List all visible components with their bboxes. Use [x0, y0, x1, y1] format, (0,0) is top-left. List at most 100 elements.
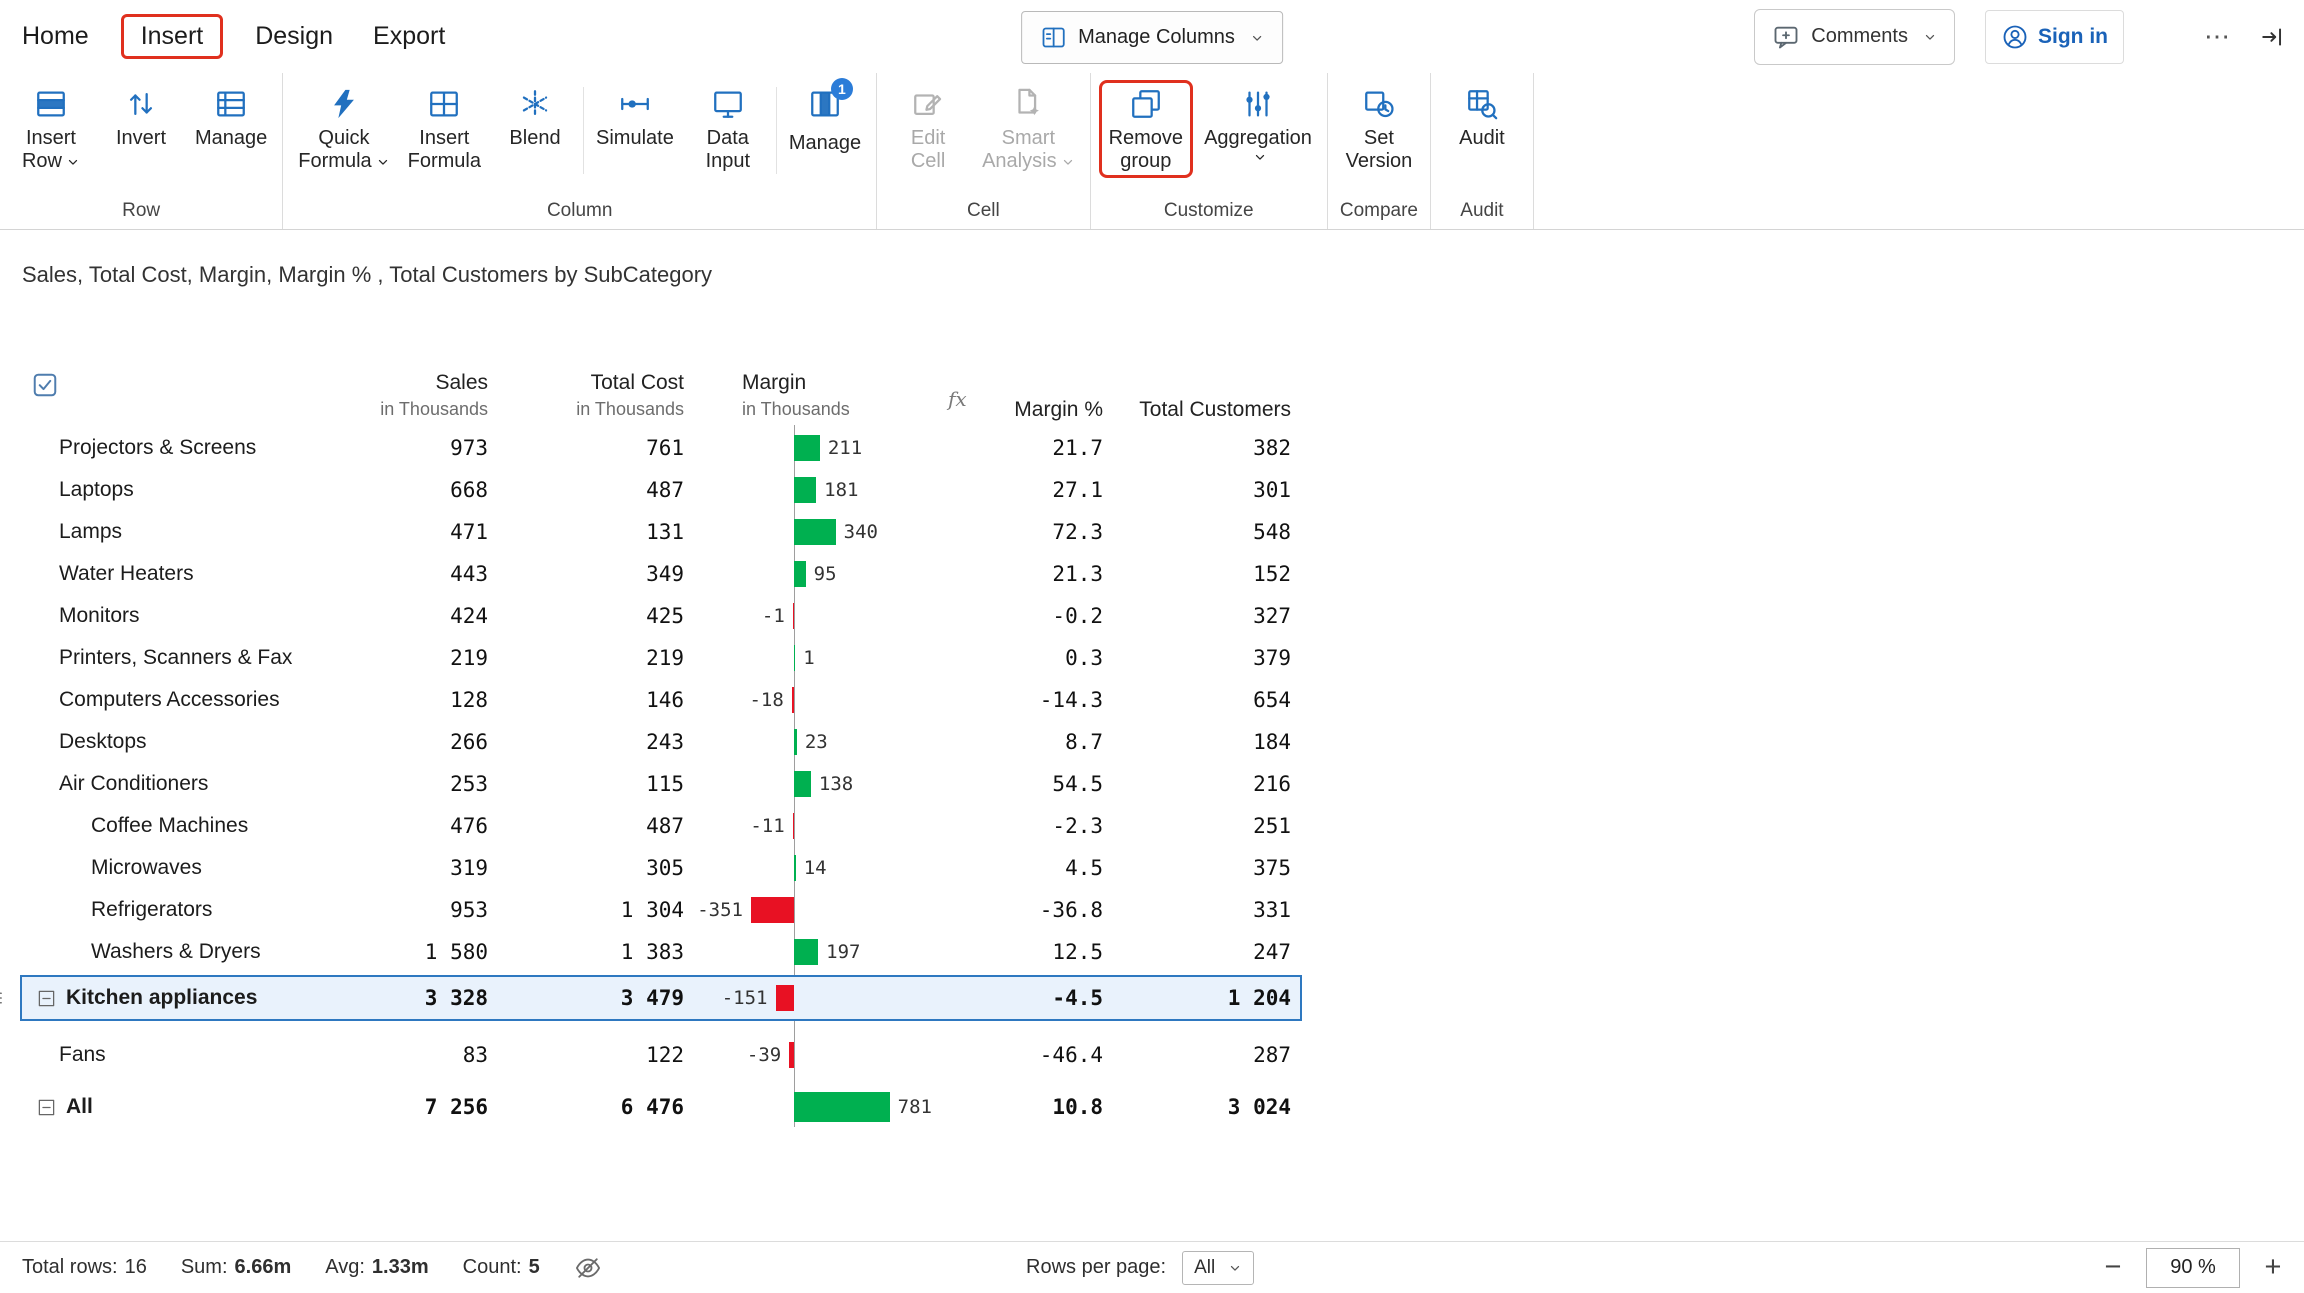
simulate-button[interactable]: Simulate [587, 79, 683, 154]
cell-total-customers[interactable]: 548 [22, 511, 1291, 553]
smart-analysis-button[interactable]: SmartAnalysis [973, 79, 1083, 177]
margin-bar[interactable] [794, 645, 795, 671]
overflow-menu-button[interactable]: ⋯ [2204, 21, 2230, 52]
cell-total-customers[interactable]: 3 024 [22, 1086, 1291, 1128]
margin-bar[interactable] [776, 985, 794, 1011]
insert-row-button[interactable]: InsertRow [6, 79, 96, 177]
margin-bar[interactable] [794, 435, 820, 461]
blend-button[interactable]: Blend [490, 79, 580, 154]
cell-total-customers[interactable]: 375 [22, 847, 1291, 889]
zoom-level[interactable]: 90 % [2146, 1248, 2240, 1288]
table-row[interactable]: Monitors424425-0.2327-1 [22, 595, 1304, 637]
data-input-button[interactable]: DataInput [683, 79, 773, 177]
aggregation-button[interactable]: Aggregation [1195, 79, 1321, 168]
manage-columns-button[interactable]: Manage Columns [1021, 11, 1283, 64]
cell-total-customers[interactable]: 331 [22, 889, 1291, 931]
table-row[interactable]: Air Conditioners25311554.5216138 [22, 763, 1304, 805]
group-divider [583, 87, 584, 174]
ribbon-group-label: Row [6, 198, 276, 227]
margin-bar[interactable] [794, 519, 836, 545]
cell-total-customers[interactable]: 216 [22, 763, 1291, 805]
margin-bar[interactable] [793, 813, 794, 839]
margin-bar[interactable] [794, 771, 811, 797]
set-version-button[interactable]: SetVersion [1334, 79, 1424, 177]
table-row[interactable]: Refrigerators9531 304-36.8331-351 [22, 889, 1304, 931]
margin-bar[interactable] [794, 855, 796, 881]
cell-total-customers[interactable]: 1 204 [22, 977, 1291, 1019]
margin-bar[interactable] [794, 729, 797, 755]
table-row[interactable]: Washers & Dryers1 5801 38312.5247197 [22, 931, 1304, 973]
margin-bar-value: 181 [824, 479, 858, 501]
table-row[interactable]: Microwaves3193054.537514 [22, 847, 1304, 889]
group-divider [776, 87, 777, 174]
table-row[interactable]: Water Heaters44334921.315295 [22, 553, 1304, 595]
table-row[interactable]: Coffee Machines476487-2.3251-11 [22, 805, 1304, 847]
margin-bar[interactable] [751, 897, 794, 923]
cell-total-customers[interactable]: 654 [22, 679, 1291, 721]
margin-bar[interactable] [792, 687, 794, 713]
ribbon-group-audit: AuditAudit [1431, 73, 1534, 229]
cell-total-customers[interactable]: 184 [22, 721, 1291, 763]
table-row[interactable]: Lamps47113172.3548340 [22, 511, 1304, 553]
table-row[interactable]: Computers Accessories128146-14.3654-18 [22, 679, 1304, 721]
margin-bar[interactable] [794, 561, 806, 587]
cell-total-customers[interactable]: 247 [22, 931, 1291, 973]
table-row[interactable]: Laptops66848727.1301181 [22, 469, 1304, 511]
margin-bar[interactable] [794, 1092, 890, 1122]
tab-export[interactable]: Export [373, 22, 445, 51]
zoom-in-button[interactable]: + [2258, 1253, 2288, 1282]
cell-total-customers[interactable]: 327 [22, 595, 1291, 637]
table-row[interactable]: Printers, Scanners & Fax2192190.33791 [22, 637, 1304, 679]
tab-home[interactable]: Home [22, 22, 89, 51]
sign-in-button[interactable]: Sign in [1985, 10, 2124, 64]
invert-button[interactable]: Invert [96, 79, 186, 154]
margin-bar-value: 95 [814, 563, 837, 585]
comments-label: Comments [1811, 25, 1908, 48]
manage-columns-button[interactable]: 1Manage [780, 79, 870, 159]
table-row-selected[interactable]: Kitchen appliances3 3283 479-4.51 204-15… [20, 975, 1302, 1021]
rows-per-page-select[interactable]: All [1182, 1251, 1254, 1285]
margin-bar[interactable] [793, 603, 794, 629]
stat-total-rows: Total rows:16 [22, 1256, 147, 1279]
drag-handle-icon[interactable] [0, 987, 5, 1010]
column-header-total-customers[interactable]: Total Customers [22, 398, 1291, 422]
margin-bar-value: 197 [826, 941, 860, 963]
margin-bar[interactable] [794, 939, 818, 965]
cell-total-customers[interactable]: 382 [22, 427, 1291, 469]
cell-total-customers[interactable]: 287 [22, 1034, 1291, 1076]
tab-insert[interactable]: Insert [121, 14, 224, 59]
margin-bar[interactable] [794, 477, 816, 503]
margin-bar-value: -151 [722, 987, 768, 1009]
data-input-icon [711, 87, 745, 121]
columns-icon [1040, 24, 1067, 51]
margin-bar[interactable] [789, 1042, 794, 1068]
cell-total-customers[interactable]: 251 [22, 805, 1291, 847]
button-label: DataInput [706, 127, 750, 173]
chevron-down-icon [1250, 31, 1264, 45]
cell-total-customers[interactable]: 152 [22, 553, 1291, 595]
comments-button[interactable]: Comments [1754, 9, 1955, 65]
quick-formula-button[interactable]: QuickFormula [289, 79, 398, 177]
table-row[interactable]: Projectors & Screens97376121.7382211 [22, 427, 1304, 469]
chevron-down-icon [1253, 150, 1267, 164]
zoom-out-button[interactable]: − [2098, 1253, 2128, 1282]
margin-bar-value: 781 [898, 1096, 932, 1118]
eye-off-icon[interactable] [574, 1254, 602, 1282]
button-label: Manage [789, 132, 861, 155]
table-row[interactable]: Fans83122-46.4287-39 [22, 1034, 1304, 1076]
table-row[interactable]: Desktops2662438.718423 [22, 721, 1304, 763]
insert-formula-button[interactable]: InsertFormula [399, 79, 490, 177]
manage-rows-button[interactable]: Manage [186, 79, 276, 154]
cell-total-customers[interactable]: 379 [22, 637, 1291, 679]
edit-cell-button[interactable]: EditCell [883, 79, 973, 177]
button-label: Aggregation [1204, 127, 1312, 164]
table-row-total[interactable]: All7 2566 47610.83 024781 [22, 1086, 1304, 1128]
remove-group-button[interactable]: Removegroup [1099, 80, 1193, 178]
tab-design[interactable]: Design [255, 22, 333, 51]
insert-row-icon [34, 87, 68, 121]
collapse-ribbon-pin-icon[interactable] [2260, 24, 2286, 50]
cell-total-customers[interactable]: 301 [22, 469, 1291, 511]
simulate-icon [618, 87, 652, 121]
person-icon [2001, 23, 2029, 51]
audit-button[interactable]: Audit [1437, 79, 1527, 154]
